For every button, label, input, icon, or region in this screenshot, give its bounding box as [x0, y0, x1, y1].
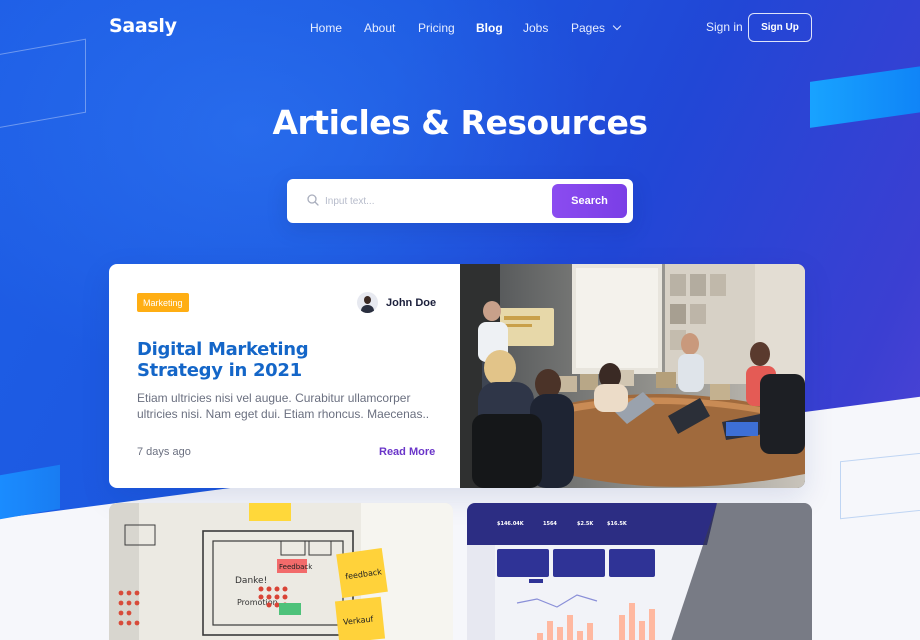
sketch-text: Promotion: [237, 598, 278, 607]
article-timestamp: 7 days ago: [137, 446, 191, 458]
nav-item-blog[interactable]: Blog: [476, 20, 503, 36]
nav-item-home[interactable]: Home: [310, 20, 342, 36]
article-card-sticky-notes[interactable]: Feedback Danke! Promotion feedback Verka…: [109, 503, 453, 640]
article-card-dashboard[interactable]: $146.04K 1564 $2.5K $16.5K: [467, 503, 812, 640]
sticky-note-text: Feedback: [279, 563, 313, 571]
brand-logo[interactable]: Saasly: [109, 15, 177, 37]
sign-in-link[interactable]: Sign in: [706, 20, 743, 34]
read-more-link[interactable]: Read More: [379, 446, 435, 458]
nav-item-pricing[interactable]: Pricing: [418, 20, 455, 36]
dashboard-stat: $2.5K: [577, 521, 594, 527]
sticky-notes-photo-illustration: Feedback Danke! Promotion feedback Verka…: [109, 503, 453, 640]
search-bar: Search: [287, 179, 633, 223]
avatar: [357, 292, 378, 313]
nav-item-jobs[interactable]: Jobs: [523, 20, 548, 36]
sign-up-button[interactable]: Sign Up: [748, 13, 812, 42]
search-button[interactable]: Search: [552, 184, 627, 218]
category-badge[interactable]: Marketing: [137, 293, 189, 312]
dashboard-stat: 1564: [543, 521, 557, 527]
page-title: Articles & Resources: [272, 103, 648, 142]
meeting-photo-illustration: [460, 264, 805, 488]
article-title[interactable]: Digital Marketing Strategy in 2021: [137, 339, 397, 381]
nav-item-pages[interactable]: Pages: [571, 20, 622, 36]
dashboard-stat: $16.5K: [607, 521, 628, 527]
nav-item-pages-label: Pages: [571, 21, 606, 35]
dashboard-stat: $146.04K: [497, 521, 525, 527]
nav-item-about[interactable]: About: [364, 20, 395, 36]
search-icon: [307, 194, 319, 206]
search-input[interactable]: [325, 191, 525, 211]
author-name: John Doe: [386, 296, 437, 309]
article-excerpt: Etiam ultricies nisi vel augue. Curabitu…: [137, 391, 430, 421]
featured-article-card[interactable]: Marketing John Doe Digital Marketing Str…: [109, 264, 805, 488]
article-image-meeting[interactable]: [460, 264, 805, 488]
chevron-down-icon: [612, 21, 622, 31]
decorative-shape: [840, 450, 920, 520]
author-info: John Doe: [357, 292, 436, 313]
dashboard-photo-illustration: $146.04K 1564 $2.5K $16.5K: [467, 503, 812, 640]
sketch-text: Danke!: [235, 576, 267, 586]
top-navigation: Saasly Home About Pricing Blog Jobs Page…: [0, 0, 920, 56]
